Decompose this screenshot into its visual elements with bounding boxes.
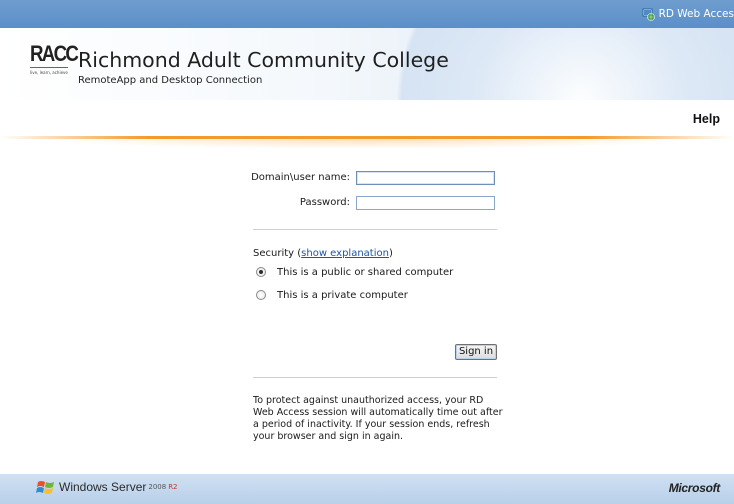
header-banner: RACC live, learn, achieve Richmond Adult… bbox=[0, 28, 734, 100]
college-logo: RACC live, learn, achieve bbox=[30, 41, 79, 91]
windows-server-logo: Windows Server 2008 R2 bbox=[36, 478, 178, 496]
password-label: Password: bbox=[299, 197, 350, 208]
windows-server-name: Windows Server bbox=[59, 480, 147, 494]
windows-server-version: 2008 bbox=[148, 483, 167, 491]
rd-web-access-label: RD Web Acces bbox=[658, 8, 734, 20]
top-bar: RD Web Acces bbox=[0, 0, 734, 28]
orange-glow bbox=[40, 139, 694, 149]
page-subtitle: RemoteApp and Desktop Connection bbox=[78, 75, 263, 86]
username-input[interactable] bbox=[356, 171, 495, 185]
security-heading: Security (show explanation) bbox=[253, 248, 393, 259]
password-input[interactable] bbox=[356, 196, 495, 210]
windows-flag-icon bbox=[36, 481, 54, 494]
session-timeout-notice: To protect against unauthorized access, … bbox=[253, 395, 503, 442]
form-divider-bottom bbox=[253, 377, 497, 378]
security-label: Security ( bbox=[253, 248, 302, 259]
sign-in-button[interactable]: Sign in bbox=[455, 344, 497, 360]
nav-bar bbox=[0, 100, 734, 138]
username-label: Domain\user name: bbox=[251, 172, 350, 183]
logo-tagline: live, learn, achieve bbox=[30, 70, 68, 75]
private-computer-label: This is a private computer bbox=[277, 289, 408, 301]
private-computer-radio[interactable] bbox=[256, 290, 266, 300]
show-explanation-link[interactable]: show explanation bbox=[301, 248, 389, 259]
logo-rule bbox=[30, 67, 68, 68]
rd-web-access-title: RD Web Acces bbox=[642, 6, 734, 22]
windows-server-edition: R2 bbox=[168, 483, 178, 491]
college-name: Richmond Adult Community College bbox=[78, 48, 449, 72]
private-computer-option[interactable]: This is a private computer bbox=[256, 288, 408, 302]
public-computer-option[interactable]: This is a public or shared computer bbox=[256, 265, 453, 279]
public-computer-label: This is a public or shared computer bbox=[277, 266, 454, 278]
form-divider-top bbox=[253, 229, 497, 230]
public-computer-radio[interactable] bbox=[256, 267, 266, 277]
security-label-close: ) bbox=[388, 248, 393, 259]
rd-web-access-icon bbox=[642, 8, 655, 21]
help-link[interactable]: Help bbox=[693, 112, 720, 126]
logo-mark: RACC bbox=[30, 41, 79, 66]
microsoft-logo: Microsoft bbox=[668, 481, 721, 495]
